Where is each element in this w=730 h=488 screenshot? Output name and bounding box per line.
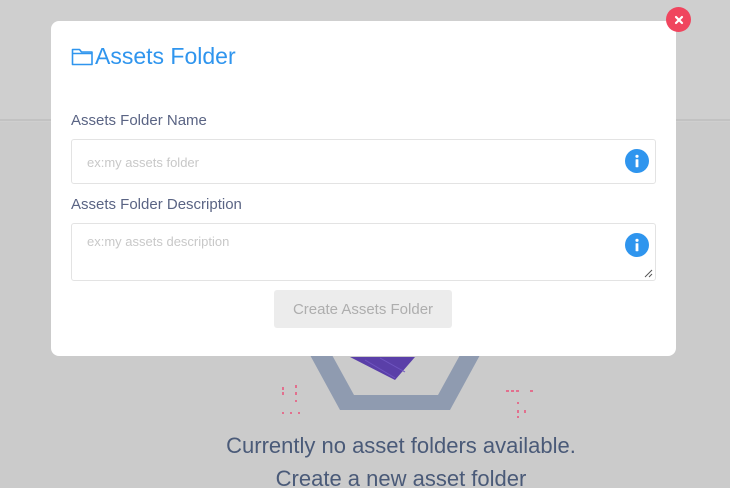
- empty-state-message: Currently no asset folders available.: [226, 433, 576, 458]
- resize-handle-icon[interactable]: [644, 269, 653, 278]
- folder-name-field-wrapper: [71, 139, 656, 184]
- folder-description-label: Assets Folder Description: [71, 196, 242, 213]
- folder-name-input[interactable]: [87, 153, 617, 171]
- info-icon[interactable]: [625, 149, 649, 173]
- create-assets-folder-modal: Assets Folder Assets Folder Name Assets …: [51, 21, 676, 356]
- close-icon: [674, 15, 683, 24]
- modal-title-text: Assets Folder: [95, 42, 236, 69]
- info-icon[interactable]: [625, 233, 649, 257]
- folder-description-field-wrapper: [71, 223, 656, 281]
- modal-title: Assets Folder: [71, 41, 236, 71]
- folder-description-input[interactable]: [87, 234, 617, 254]
- folder-name-label: Assets Folder Name: [71, 112, 207, 129]
- create-assets-folder-button[interactable]: Create Assets Folder: [274, 290, 452, 328]
- empty-state-cta: Create a new asset folder: [275, 466, 527, 488]
- close-modal-button[interactable]: [666, 7, 691, 32]
- folder-icon: [71, 48, 93, 65]
